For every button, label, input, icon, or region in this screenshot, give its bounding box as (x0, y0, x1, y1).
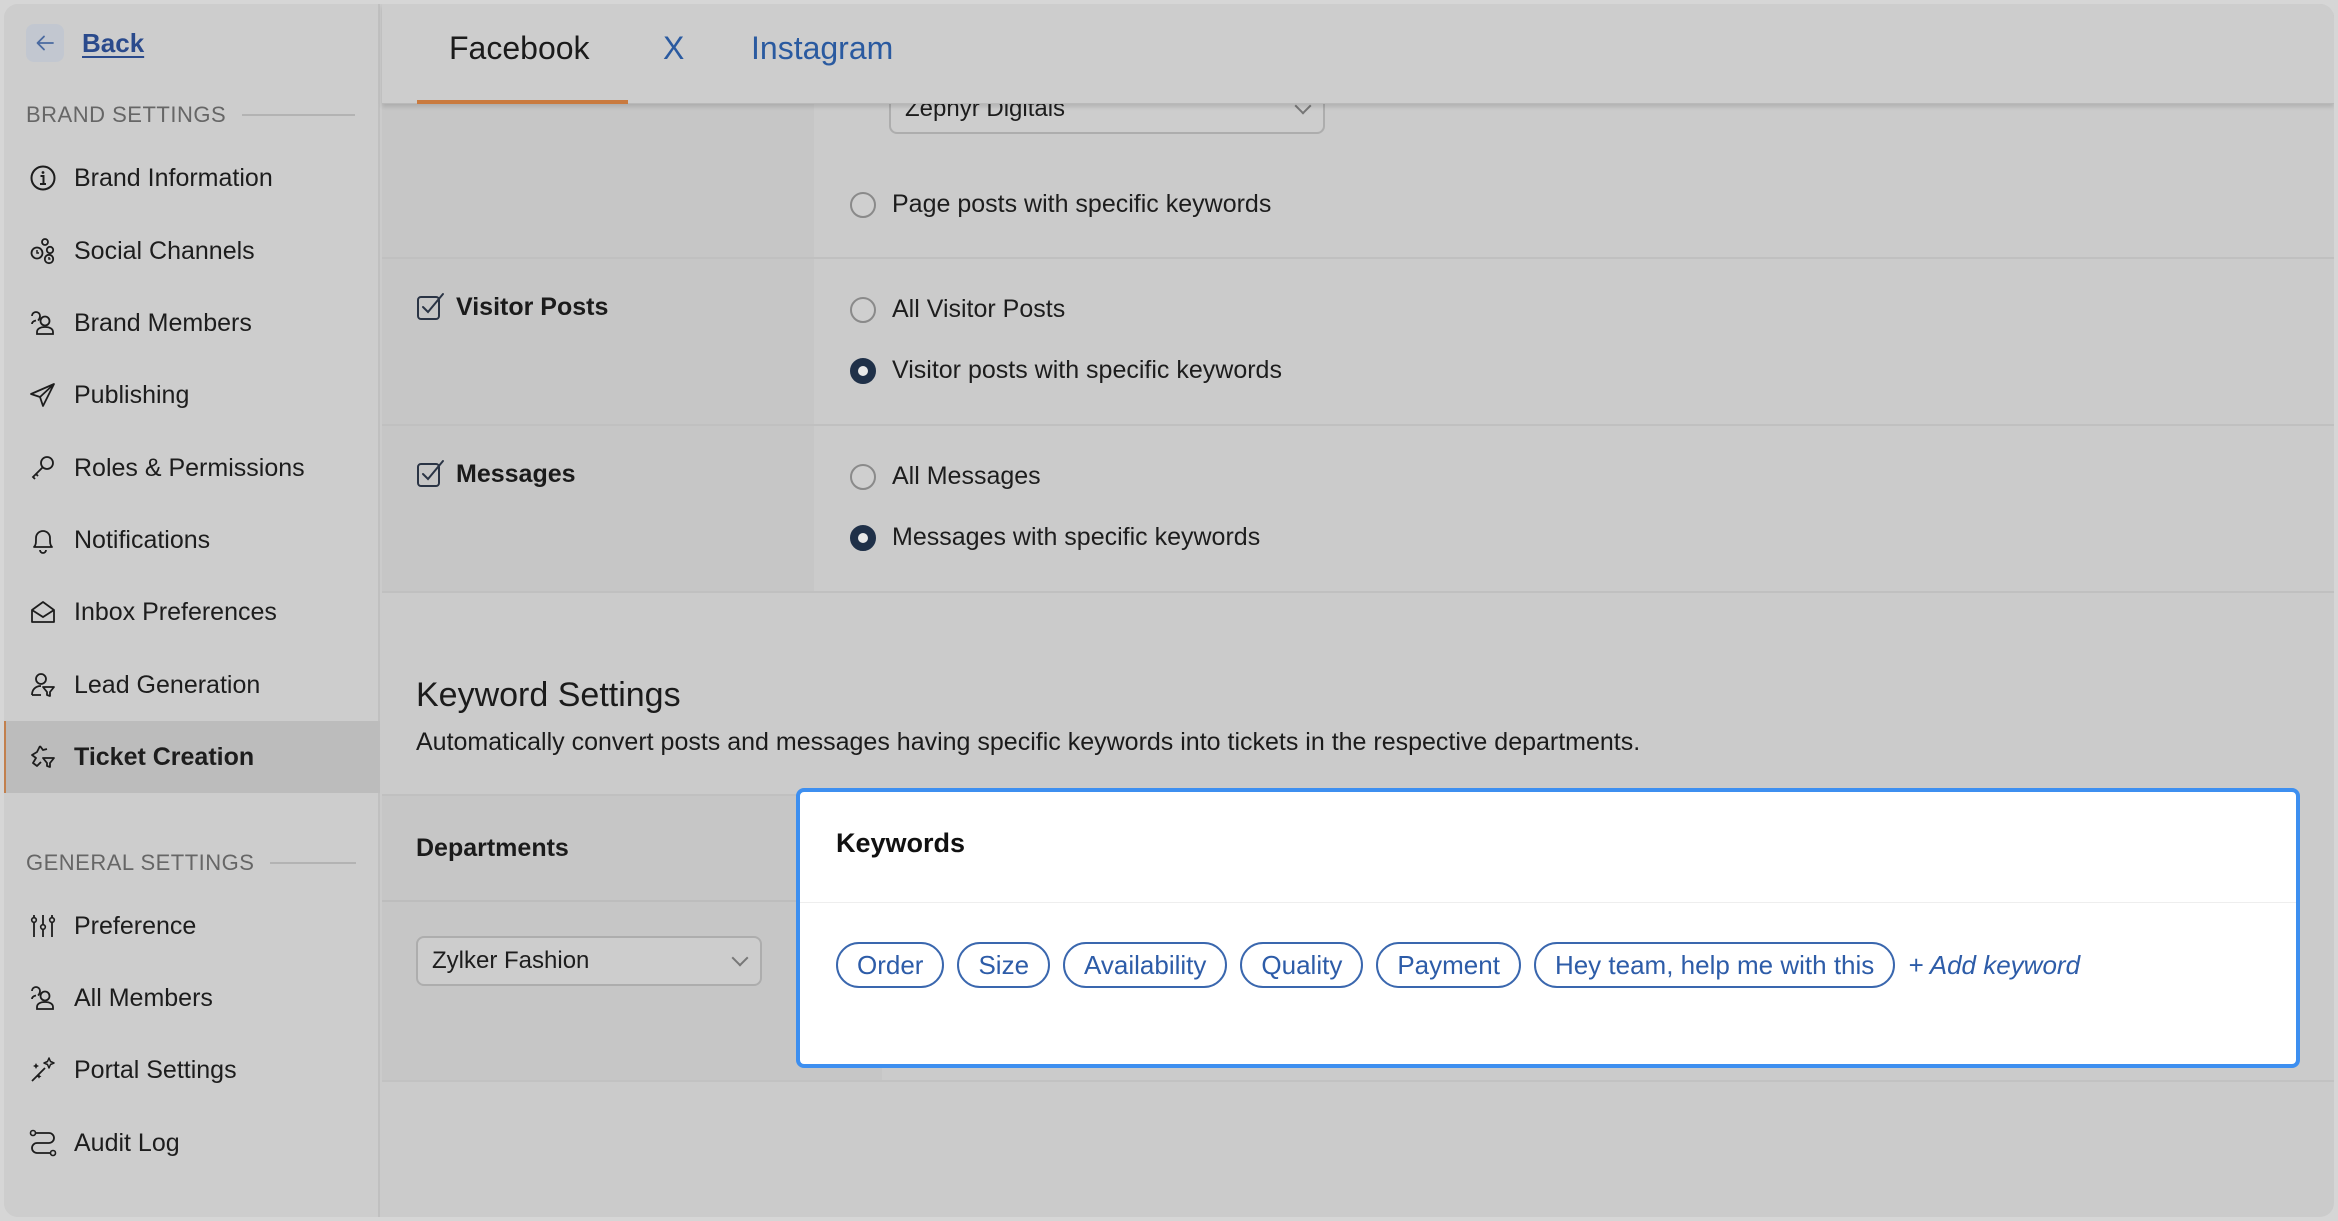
magic-wand-icon (31, 1057, 55, 1082)
settings-sidebar: Back BRAND SETTINGS Brand Information So… (4, 4, 380, 1217)
tab-facebook[interactable]: Facebook (449, 30, 590, 67)
sidebar-item-all-members[interactable]: All Members (4, 962, 380, 1034)
visitor-posts-checkbox[interactable]: Visitor Posts (416, 292, 608, 322)
department-select[interactable]: Zylker Fashion (416, 936, 762, 986)
divider (242, 114, 356, 116)
keyword-chip[interactable]: Availability (1063, 942, 1228, 988)
members-icon (31, 311, 54, 335)
app-window: Back BRAND SETTINGS Brand Information So… (4, 4, 2334, 1217)
sidebar-item-roles-permissions[interactable]: Roles & Permissions (4, 432, 380, 504)
keyword-chip[interactable]: Payment (1376, 942, 1521, 988)
checkbox-checked-icon (417, 460, 444, 487)
keyword-settings-title: Keyword Settings (416, 676, 681, 714)
divider (800, 902, 2296, 903)
add-keyword-button[interactable]: + Add keyword (1908, 950, 2080, 981)
sidebar-item-brand-information[interactable]: Brand Information (4, 142, 380, 214)
bell-icon (33, 530, 53, 554)
radio-messages-keywords[interactable]: Messages with specific keywords (850, 523, 1260, 552)
sidebar-item-preference[interactable]: Preference (4, 890, 380, 962)
messages-checkbox[interactable]: Messages (416, 459, 576, 489)
radio-indicator[interactable] (850, 463, 876, 490)
sidebar-item-portal-settings[interactable]: Portal Settings (4, 1034, 380, 1106)
divider (270, 862, 357, 864)
keyword-chip[interactable]: Quality (1240, 942, 1364, 988)
sidebar-item-ticket-creation[interactable]: Ticket Creation (4, 721, 380, 793)
arrow-left-icon (36, 35, 54, 51)
radio-indicator[interactable] (850, 191, 876, 218)
messages-row: Messages All Messages Messages with spec… (382, 426, 2334, 593)
visitor-posts-row: Visitor Posts All Visitor Posts Visitor … (382, 259, 2334, 426)
radio-page-posts-keywords[interactable]: Page posts with specific keywords (850, 190, 1271, 219)
key-icon (31, 456, 54, 480)
general-settings-heading: GENERAL SETTINGS (26, 850, 357, 876)
keyword-chip-list: Order Size Availability Quality Payment … (836, 942, 2080, 988)
radio-visitor-posts-keywords[interactable]: Visitor posts with specific keywords (850, 356, 1282, 385)
keywords-panel: Keywords Order Size Availability Quality… (796, 788, 2300, 1068)
radio-all-visitor-posts[interactable]: All Visitor Posts (850, 295, 1065, 324)
back-button[interactable] (26, 24, 64, 62)
tab-instagram[interactable]: Instagram (751, 30, 893, 67)
divider (382, 1080, 2334, 1082)
user-funnel-icon (31, 673, 55, 697)
send-icon (30, 383, 55, 407)
open-envelope-icon (31, 601, 55, 623)
social-channels-icon (30, 238, 55, 265)
radio-all-messages[interactable]: All Messages (850, 462, 1041, 491)
main-content: Facebook X Instagram Zephyr Digitals Pag… (382, 4, 2334, 1217)
sidebar-item-notifications[interactable]: Notifications (4, 504, 380, 576)
keyword-chip[interactable]: Size (957, 942, 1051, 988)
keyword-settings-description: Automatically convert posts and messages… (416, 728, 1641, 756)
chevron-down-icon (731, 949, 749, 967)
route-icon (29, 1129, 57, 1157)
active-tab-indicator (417, 100, 628, 104)
back-link[interactable]: Back (26, 24, 144, 62)
sidebar-item-audit-log[interactable]: Audit Log (4, 1107, 380, 1179)
brand-settings-heading: BRAND SETTINGS (26, 102, 356, 128)
ticket-funnel-icon (31, 745, 55, 768)
radio-indicator-selected[interactable] (850, 357, 876, 384)
keyword-chip[interactable]: Order (836, 942, 945, 988)
tab-x[interactable]: X (663, 30, 684, 67)
sidebar-item-social-channels[interactable]: Social Channels (4, 215, 380, 287)
keyword-chip[interactable]: Hey team, help me with this (1533, 942, 1896, 988)
sliders-icon (30, 915, 56, 937)
radio-indicator-selected[interactable] (850, 524, 876, 551)
sidebar-item-lead-generation[interactable]: Lead Generation (4, 649, 380, 721)
members-icon (31, 986, 54, 1010)
keywords-header: Keywords (836, 828, 966, 858)
sidebar-item-brand-members[interactable]: Brand Members (4, 287, 380, 359)
checkbox-checked-icon (417, 293, 444, 320)
channel-tabs: Facebook X Instagram (382, 4, 2334, 104)
sidebar-item-publishing[interactable]: Publishing (4, 359, 380, 431)
info-icon (30, 165, 56, 191)
back-label[interactable]: Back (82, 28, 144, 59)
sidebar-item-inbox-preferences[interactable]: Inbox Preferences (4, 576, 380, 648)
radio-indicator[interactable] (850, 296, 876, 323)
